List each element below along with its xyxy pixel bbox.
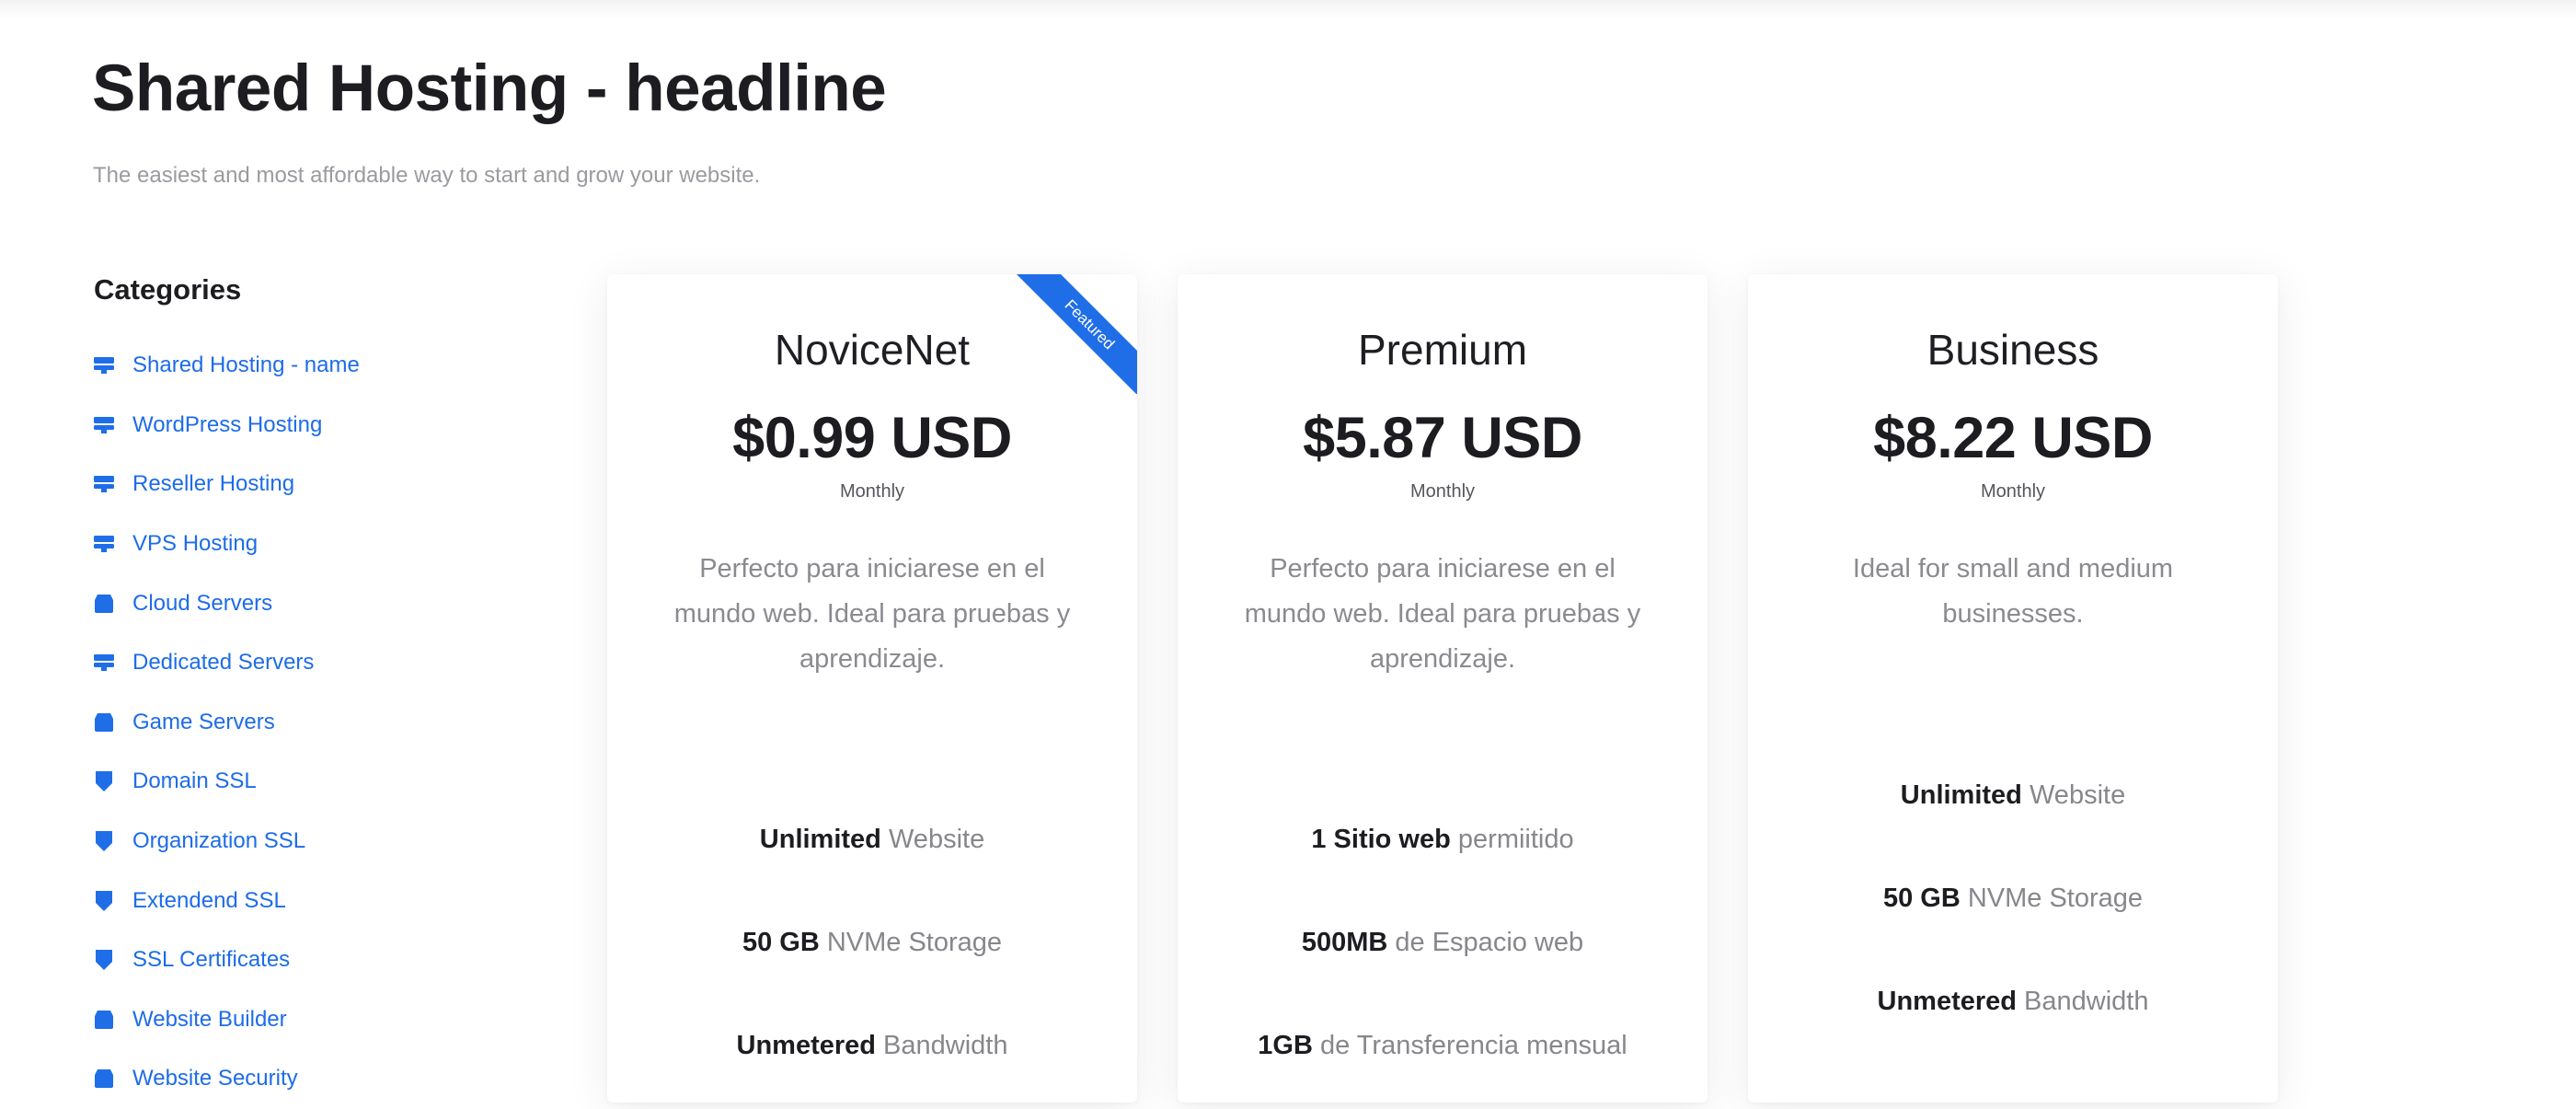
feature-list: 1 Sitio web permiitido 500MB de Espacio … xyxy=(1178,821,1708,1103)
feature-item: 1 Sitio web permiitido xyxy=(1178,821,1708,924)
category-item[interactable]: Organization SSL xyxy=(93,812,489,872)
feature-text: NVMe Storage xyxy=(1960,884,2144,913)
category-label: Domain SSL xyxy=(132,768,257,794)
shield-icon xyxy=(93,949,115,971)
page-title: Shared Hosting - headline xyxy=(92,52,887,125)
box-icon xyxy=(93,593,115,615)
feature-item: 50 GB NVMe Storage xyxy=(1748,880,2278,983)
feature-highlight: 500MB xyxy=(1301,928,1388,957)
category-label: SSL Certificates xyxy=(132,947,291,973)
feature-list: Unlimited Website 50 GB NVMe Storage Unm… xyxy=(607,821,1137,1103)
feature-text: Website xyxy=(880,825,985,854)
server-icon xyxy=(93,473,115,495)
page-subtitle: The easiest and most affordable way to s… xyxy=(93,163,761,188)
pricing-card-novicenet: Featured NoviceNet $0.99 USD Monthly Per… xyxy=(607,274,1137,1103)
feature-list: Unlimited Website 50 GB NVMe Storage Unm… xyxy=(1748,777,2278,1086)
plan-description: Ideal for small and medium businesses. xyxy=(1852,554,2174,629)
category-item[interactable]: Dedicated Servers xyxy=(93,633,489,693)
feature-item: 500MB de Espacio web xyxy=(1178,924,1708,1027)
category-item[interactable]: Domain SSL xyxy=(93,752,489,812)
category-label: Game Servers xyxy=(132,709,275,734)
feature-text: Bandwidth xyxy=(876,1031,1008,1060)
server-icon xyxy=(93,652,115,674)
category-label: Dedicated Servers xyxy=(132,650,315,676)
plan-name: NoviceNet xyxy=(774,326,971,374)
billing-cycle: Monthly xyxy=(1980,481,2046,502)
pricing-card-business: Business $8.22 USD Monthly Ideal for sma… xyxy=(1748,274,2278,1103)
category-label: Organization SSL xyxy=(132,828,306,854)
box-icon xyxy=(93,711,115,734)
plan-name: Premium xyxy=(1357,326,1528,374)
feature-item: Unlimited Website xyxy=(607,821,1137,924)
categories-sidebar: Categories Shared Hosting - name WordPre… xyxy=(93,271,489,1109)
category-list: Shared Hosting - name WordPress Hosting … xyxy=(93,336,489,1109)
category-label: Website Builder xyxy=(132,1006,287,1032)
feature-text: NVMe Storage xyxy=(819,928,1003,957)
plan-price: $0.99 USD xyxy=(732,406,1012,470)
category-item[interactable]: Website Builder xyxy=(93,990,489,1050)
feature-text: Bandwidth xyxy=(2017,987,2149,1016)
category-label: Shared Hosting - name xyxy=(132,352,360,378)
category-item[interactable]: Extendend SSL xyxy=(93,871,489,930)
category-item[interactable]: Cloud Servers xyxy=(93,573,489,633)
pricing-card-premium: Premium $5.87 USD Monthly Perfecto para … xyxy=(1178,274,1708,1103)
billing-cycle: Monthly xyxy=(1409,481,1476,502)
category-item[interactable]: Website Security xyxy=(93,1049,489,1109)
category-item[interactable]: Game Servers xyxy=(93,693,489,753)
plan-description: Perfecto para iniciarese en el mundo web… xyxy=(1244,554,1641,674)
shield-icon xyxy=(93,830,115,852)
plan-name: Business xyxy=(1926,326,2099,374)
feature-highlight: Unlimited xyxy=(1900,780,2022,810)
feature-highlight: 1 Sitio web xyxy=(1311,825,1451,854)
feature-highlight: 50 GB xyxy=(742,928,820,957)
category-item[interactable]: Reseller Hosting xyxy=(93,455,489,514)
category-item[interactable]: WordPress Hosting xyxy=(93,396,489,456)
box-icon xyxy=(93,1009,115,1031)
category-label: Website Security xyxy=(132,1066,298,1092)
shield-icon xyxy=(93,890,115,912)
feature-highlight: Unmetered xyxy=(736,1031,877,1060)
feature-item: Unmetered Bandwidth xyxy=(607,1027,1137,1103)
feature-text: de Transferencia mensual xyxy=(1312,1031,1627,1060)
billing-cycle: Monthly xyxy=(839,481,905,502)
shield-icon xyxy=(93,770,115,792)
feature-item: 50 GB NVMe Storage xyxy=(607,924,1137,1027)
feature-item: Unlimited Website xyxy=(1748,777,2278,880)
category-label: Extendend SSL xyxy=(132,887,286,913)
plan-price: $8.22 USD xyxy=(1873,406,2153,470)
sidebar-title: Categories xyxy=(94,273,242,306)
server-icon xyxy=(93,414,115,436)
category-item[interactable]: Shared Hosting - name xyxy=(93,336,489,396)
feature-item: Unmetered Bandwidth xyxy=(1748,983,2278,1086)
feature-text: de Espacio web xyxy=(1387,928,1584,957)
feature-highlight: Unmetered xyxy=(1877,987,2018,1016)
feature-text: Website xyxy=(2021,780,2126,810)
plan-price: $5.87 USD xyxy=(1303,406,1582,470)
server-icon xyxy=(93,354,115,376)
top-shadow xyxy=(0,0,2576,20)
category-label: VPS Hosting xyxy=(132,531,259,557)
category-item[interactable]: VPS Hosting xyxy=(93,514,489,574)
feature-item: 1GB de Transferencia mensual xyxy=(1178,1027,1708,1103)
box-icon xyxy=(93,1068,115,1090)
feature-highlight: 1GB xyxy=(1258,1031,1313,1060)
category-item[interactable]: SSL Certificates xyxy=(93,930,489,990)
server-icon xyxy=(93,533,115,555)
feature-highlight: Unlimited xyxy=(759,825,881,854)
feature-text: permiitido xyxy=(1450,825,1574,854)
category-label: Cloud Servers xyxy=(132,590,273,616)
plan-description: Perfecto para iniciarese en el mundo web… xyxy=(673,554,1071,674)
feature-highlight: 50 GB xyxy=(1882,884,1961,913)
category-label: Reseller Hosting xyxy=(132,471,295,497)
category-label: WordPress Hosting xyxy=(132,411,323,437)
